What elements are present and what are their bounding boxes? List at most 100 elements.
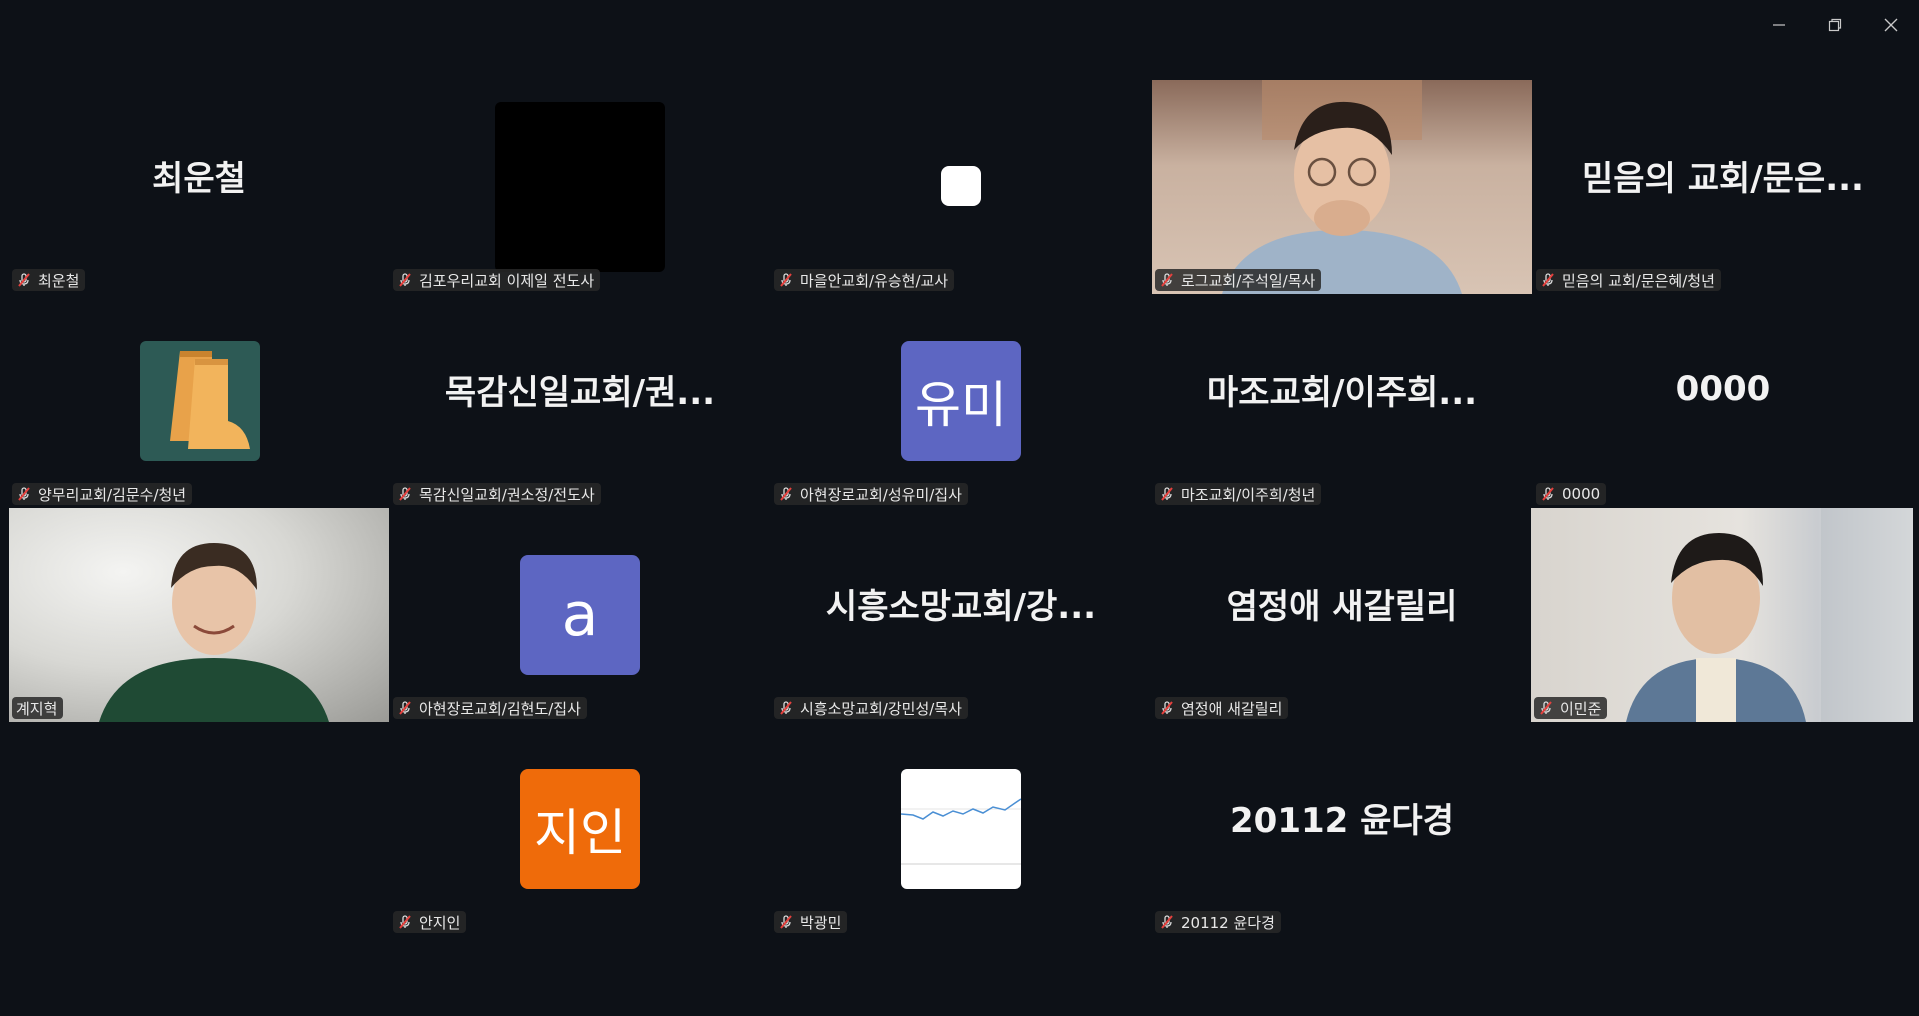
participant-label-text: 아현장로교회/성유미/집사 <box>800 485 962 504</box>
participant-tile[interactable]: 김포우리교회 이제일 전도사 <box>390 80 770 294</box>
muted-mic-icon <box>1159 700 1175 716</box>
participant-label-text: 로그교회/주석일/목사 <box>1181 271 1316 290</box>
participant-label-text: 최운철 <box>38 271 80 290</box>
muted-mic-icon <box>1540 486 1556 502</box>
restore-icon <box>1828 18 1842 32</box>
participant-label-text: 박광민 <box>800 913 842 932</box>
participant-tile[interactable]: 목감신일교회/권... 목감신일교회/권소정/전도사 <box>390 294 770 508</box>
participant-name-display: 시흥소망교회/강... <box>825 586 1097 627</box>
muted-mic-icon <box>778 700 794 716</box>
muted-mic-icon <box>16 272 32 288</box>
participant-video <box>9 508 389 722</box>
muted-mic-icon <box>397 914 413 930</box>
initials-avatar: a <box>520 555 640 675</box>
profile-picture <box>901 769 1021 889</box>
profile-picture <box>941 166 981 206</box>
profile-picture <box>140 341 260 461</box>
participant-name-display: 염정애 새갈릴리 <box>1226 586 1458 627</box>
participant-label: 마을안교회/유승현/교사 <box>774 269 955 291</box>
participant-label: 0000 <box>1536 483 1607 505</box>
participant-name-display: 목감신일교회/권... <box>444 372 716 413</box>
initials-avatar: 지인 <box>520 769 640 889</box>
participant-tile-active-speaker[interactable]: 계지혁 <box>9 508 389 722</box>
profile-picture <box>495 102 665 272</box>
participant-tile[interactable]: 시흥소망교회/강... 시흥소망교회/강민성/목사 <box>771 508 1151 722</box>
participant-label: 시흥소망교회/강민성/목사 <box>774 697 968 719</box>
participant-tile[interactable]: 20112 윤다경 20112 윤다경 <box>1152 722 1532 936</box>
participant-video <box>1531 508 1913 722</box>
participant-tile[interactable]: 염정애 새갈릴리 염정애 새갈릴리 <box>1152 508 1532 722</box>
minimize-icon <box>1773 24 1785 26</box>
participant-label: 최운철 <box>12 269 86 291</box>
participant-tile[interactable]: 이민준 <box>1531 508 1913 722</box>
boots-icon <box>170 351 250 449</box>
participant-name-display: 마조교회/이주희... <box>1206 372 1478 413</box>
muted-mic-icon <box>397 486 413 502</box>
restore-button[interactable] <box>1807 0 1863 50</box>
participant-label: 20112 윤다경 <box>1155 911 1281 933</box>
participant-tile[interactable]: 지인 안지인 <box>390 722 770 936</box>
muted-mic-icon <box>778 486 794 502</box>
person-silhouette-icon <box>1222 80 1462 294</box>
participant-label: 양무리교회/김문수/청년 <box>12 483 193 505</box>
participant-tile[interactable]: 최운철 최운철 <box>9 80 389 294</box>
participant-label-text: 믿음의 교회/문은혜/청년 <box>1562 271 1715 290</box>
minimize-button[interactable] <box>1751 0 1807 50</box>
participant-tile[interactable]: 로그교회/주석일/목사 <box>1152 80 1532 294</box>
muted-mic-icon <box>16 486 32 502</box>
muted-mic-icon <box>1538 700 1554 716</box>
participant-label-text: 마을안교회/유승현/교사 <box>800 271 949 290</box>
participant-name-display: 최운철 <box>152 158 246 199</box>
participant-tile[interactable]: 믿음의 교회/문은... 믿음의 교회/문은혜/청년 <box>1533 80 1913 294</box>
participant-label: 마조교회/이주희/청년 <box>1155 483 1322 505</box>
participant-label: 박광민 <box>774 911 848 933</box>
participant-label: 이민준 <box>1534 697 1608 719</box>
participant-tile[interactable]: a 아현장로교회/김현도/집사 <box>390 508 770 722</box>
participant-label: 로그교회/주석일/목사 <box>1155 269 1322 291</box>
participant-label: 아현장로교회/김현도/집사 <box>393 697 587 719</box>
participant-video <box>1152 80 1532 294</box>
muted-mic-icon <box>397 272 413 288</box>
participant-label: 아현장로교회/성유미/집사 <box>774 483 968 505</box>
participant-label-text: 이민준 <box>1560 699 1602 718</box>
participant-label-text: 염정애 새갈릴리 <box>1181 699 1283 718</box>
muted-mic-icon <box>1540 272 1556 288</box>
muted-mic-icon <box>778 914 794 930</box>
participant-tile[interactable]: 마을안교회/유승현/교사 <box>771 80 1151 294</box>
participant-label-text: 김포우리교회 이제일 전도사 <box>419 271 595 290</box>
participant-label-text: 목감신일교회/권소정/전도사 <box>419 485 595 504</box>
participant-label-text: 양무리교회/김문수/청년 <box>38 485 187 504</box>
participant-label: 목감신일교회/권소정/전도사 <box>393 483 601 505</box>
participant-label-text: 계지혁 <box>16 699 58 718</box>
muted-mic-icon <box>397 700 413 716</box>
participant-tile[interactable]: 박광민 <box>771 722 1151 936</box>
participant-name-display: 0000 <box>1675 369 1771 409</box>
participant-tile[interactable]: 양무리교회/김문수/청년 <box>9 294 389 508</box>
participant-label-text: 안지인 <box>419 913 461 932</box>
participant-label-text: 아현장로교회/김현도/집사 <box>419 699 581 718</box>
participant-label-text: 0000 <box>1562 485 1601 503</box>
participant-label: 안지인 <box>393 911 467 933</box>
participant-label: 믿음의 교회/문은혜/청년 <box>1536 269 1721 291</box>
person-silhouette-icon <box>99 543 329 722</box>
muted-mic-icon <box>1159 272 1175 288</box>
participant-tile[interactable]: 유미 아현장로교회/성유미/집사 <box>771 294 1151 508</box>
participant-tile[interactable]: 마조교회/이주희... 마조교회/이주희/청년 <box>1152 294 1532 508</box>
initials-avatar: 유미 <box>901 341 1021 461</box>
participant-label: 염정애 새갈릴리 <box>1155 697 1289 719</box>
participant-tile[interactable]: 0000 0000 <box>1533 294 1913 508</box>
participant-label-text: 마조교회/이주희/청년 <box>1181 485 1316 504</box>
participant-name-display: 믿음의 교회/문은... <box>1582 158 1864 199</box>
participant-label-text: 20112 윤다경 <box>1181 913 1275 932</box>
muted-mic-icon <box>1159 486 1175 502</box>
window-controls <box>1751 0 1919 50</box>
person-silhouette-icon <box>1626 508 1913 722</box>
muted-mic-icon <box>1159 914 1175 930</box>
line-chart-icon <box>901 798 1021 865</box>
muted-mic-icon <box>778 272 794 288</box>
close-button[interactable] <box>1863 0 1919 50</box>
participant-label: 계지혁 <box>12 697 64 719</box>
close-icon <box>1884 18 1898 32</box>
participant-label: 김포우리교회 이제일 전도사 <box>393 269 601 291</box>
participant-name-display: 20112 윤다경 <box>1230 800 1454 841</box>
